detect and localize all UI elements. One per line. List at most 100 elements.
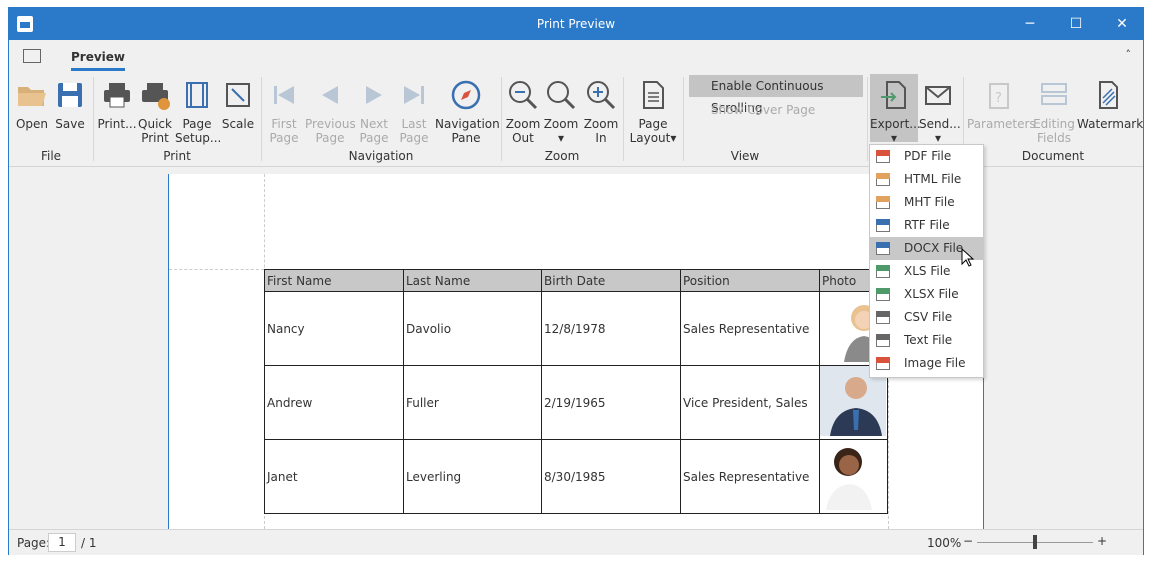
mouse-cursor-icon	[961, 248, 975, 267]
save-icon	[58, 83, 82, 107]
page-number-input[interactable]: 1	[48, 533, 76, 552]
window-title: Print Preview	[536, 17, 616, 31]
export-menu-item[interactable]: PDF File	[870, 145, 983, 168]
scale-button[interactable]: Scale	[221, 77, 255, 131]
export-menu-item[interactable]: RTF File	[870, 214, 983, 237]
zoom-in-button[interactable]: Zoom In	[583, 77, 619, 145]
quick-print-icon	[142, 83, 170, 110]
file-type-icon	[876, 242, 890, 255]
status-bar: Page: 1 / 1 100% − +	[9, 529, 1143, 555]
editing-fields-icon	[1041, 83, 1067, 105]
export-button[interactable]: Export... ▾	[870, 74, 921, 145]
document-page: First Name Last Name Birth Date Position Pho…	[168, 174, 984, 529]
zoom-slider-thumb[interactable]	[1033, 535, 1037, 549]
next-page-icon	[366, 86, 382, 104]
group-navigation: Navigation	[348, 149, 414, 163]
svg-text:?: ?	[995, 91, 1002, 106]
file-type-icon	[876, 288, 890, 301]
last-page-icon	[404, 86, 424, 104]
last-page-button[interactable]: Last Page	[397, 77, 431, 145]
group-view: View	[730, 149, 760, 163]
table-row: Andrew Fuller 2/19/1965 Vice President, Sal…	[264, 365, 888, 440]
zoom-in-icon	[587, 81, 616, 110]
watermark-button[interactable]: Watermark	[1077, 77, 1143, 131]
group-document: Document	[1021, 149, 1085, 163]
zoom-out-button[interactable]: Zoom Out	[505, 77, 541, 145]
zoom-in-small-button[interactable]: +	[1097, 534, 1107, 548]
export-menu-item[interactable]: HTML File	[870, 168, 983, 191]
quick-print-button[interactable]: Quick Print	[137, 77, 173, 145]
printer-icon	[104, 83, 130, 108]
export-menu-item[interactable]: Text File	[870, 329, 983, 352]
group-print: Print	[163, 149, 191, 163]
file-type-icon	[876, 334, 890, 347]
file-type-icon	[876, 357, 890, 370]
menu-item-label: PDF File	[904, 149, 952, 163]
file-type-icon	[876, 219, 890, 232]
navigation-pane-button[interactable]: Navigation Pane	[435, 77, 500, 145]
file-type-icon	[876, 265, 890, 278]
collapse-ribbon-icon[interactable]: ˄	[1126, 48, 1132, 61]
envelope-icon	[925, 86, 951, 105]
close-button[interactable]: ✕	[1099, 8, 1145, 40]
show-cover-page-button[interactable]: Show Cover Page	[689, 99, 815, 121]
first-page-button[interactable]: First Page	[267, 77, 301, 145]
zoom-icon	[547, 81, 576, 110]
scale-icon	[226, 83, 250, 107]
file-type-icon	[876, 150, 890, 163]
page-setup-button[interactable]: Page Setup...	[175, 77, 221, 145]
first-page-icon	[274, 86, 294, 104]
menu-item-label: Image File	[904, 356, 966, 370]
compass-icon	[451, 80, 481, 110]
zoom-level: 100%	[927, 536, 962, 550]
menu-item-label: DOCX File	[904, 241, 964, 255]
export-menu-item[interactable]: MHT File	[870, 191, 983, 214]
send-button[interactable]: Send... ▾	[919, 77, 961, 145]
folder-icon	[18, 87, 46, 106]
page-label: Page:	[17, 536, 51, 550]
enable-continuous-scrolling-button[interactable]: Enable Continuous Scrolling	[689, 75, 863, 115]
title-bar: Print Preview ─ ☐ ✕	[9, 8, 1143, 40]
menu-item-label: Text File	[904, 333, 953, 347]
menu-item-label: HTML File	[904, 172, 962, 186]
zoom-out-icon	[509, 81, 538, 110]
menu-item-label: RTF File	[904, 218, 950, 232]
export-menu-item[interactable]: XLSX File	[870, 283, 983, 306]
next-page-button[interactable]: Next Page	[357, 77, 391, 145]
photo	[826, 448, 872, 510]
print-button[interactable]: Print...	[97, 77, 137, 131]
page-layout-button[interactable]: Page Layout▾	[627, 77, 679, 145]
group-file: File	[40, 149, 62, 163]
save-button[interactable]: Save	[53, 77, 87, 131]
app-menu-icon[interactable]	[23, 49, 41, 63]
export-menu-item[interactable]: CSV File	[870, 306, 983, 329]
page-total: / 1	[81, 536, 97, 550]
page-setup-icon	[186, 82, 208, 108]
employee-table: First Name Last Name Birth Date Position Pho…	[264, 269, 888, 514]
group-zoom: Zoom	[544, 149, 580, 163]
file-type-icon	[876, 311, 890, 324]
zoom-out-small-button[interactable]: −	[963, 534, 973, 548]
zoom-dropdown-button[interactable]: Zoom ▾	[543, 77, 579, 145]
tab-preview[interactable]: Preview	[71, 50, 126, 71]
file-type-icon	[876, 173, 890, 186]
file-type-icon	[876, 196, 890, 209]
print-preview-window: Print Preview ─ ☐ ✕ Preview ˄ Open Save …	[8, 7, 1144, 555]
table-row: Janet Leverling 8/30/1985 Sales Representat…	[264, 439, 888, 514]
parameters-icon: ?	[989, 83, 1009, 109]
open-button[interactable]: Open	[15, 77, 49, 131]
export-menu-item[interactable]: Image File	[870, 352, 983, 375]
editing-fields-button[interactable]: Editing Fields	[1033, 77, 1075, 145]
menu-item-label: XLSX File	[904, 287, 959, 301]
maximize-button[interactable]: ☐	[1053, 8, 1099, 40]
table-row: Nancy Davolio 12/8/1978 Sales Representativ…	[264, 291, 888, 366]
page-layout-icon	[643, 81, 664, 109]
previous-page-button[interactable]: Previous Page	[305, 77, 356, 145]
minimize-button[interactable]: ─	[1007, 8, 1053, 40]
previous-page-icon	[322, 86, 338, 104]
watermark-icon	[1099, 81, 1118, 109]
menu-item-label: MHT File	[904, 195, 955, 209]
menu-item-label: XLS File	[904, 264, 951, 278]
export-icon	[881, 81, 906, 109]
parameters-button[interactable]: ? Parameters	[967, 77, 1036, 131]
